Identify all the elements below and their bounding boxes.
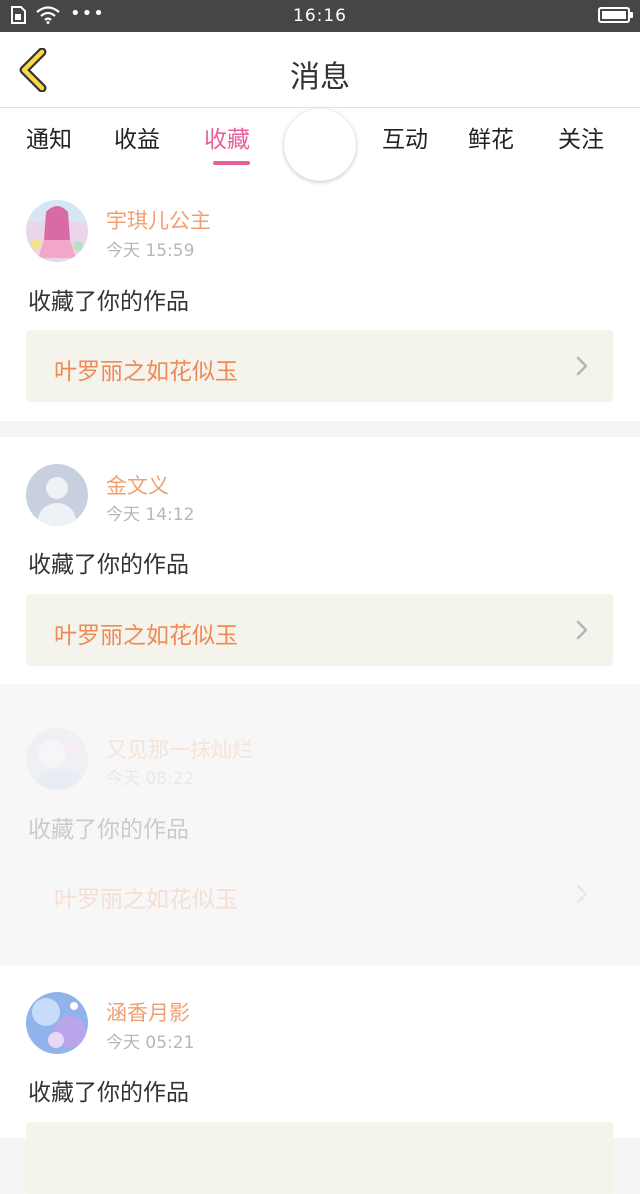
tab-flowers[interactable]: 鲜花 [468,120,514,154]
avatar[interactable] [26,728,88,790]
tab-follow[interactable]: 关注 [558,120,604,154]
action-text: 收藏了你的作品 [28,817,189,843]
message-card: 涵香月影 今天 05:21 收藏了你的作品 [0,965,640,1194]
action-text: 收藏了你的作品 [28,289,189,315]
username[interactable]: 涵香月影 [106,997,190,1027]
username[interactable]: 宇琪儿公主 [106,205,211,235]
tab-notice[interactable]: 通知 [26,120,72,154]
username[interactable]: 又见那一抹灿烂 [106,734,253,764]
message-card: 金文义 今天 14:12 收藏了你的作品 叶罗丽之如花似玉 [0,437,640,684]
floating-center-button[interactable] [284,109,356,181]
active-tab-indicator [213,161,250,165]
work-title: 叶罗丽之如花似玉 [54,887,238,913]
timestamp: 今天 14:12 [106,505,195,525]
timestamp: 今天 05:21 [106,1033,195,1053]
nav-bar: 消息 [0,32,640,108]
avatar[interactable] [26,464,88,526]
work-link[interactable] [26,1122,613,1194]
username[interactable]: 金文义 [106,470,169,500]
work-title: 叶罗丽之如花似玉 [54,359,238,385]
chevron-right-icon [576,620,588,640]
tab-interaction[interactable]: 互动 [382,120,428,154]
tab-earnings[interactable]: 收益 [114,120,160,154]
work-link[interactable]: 叶罗丽之如花似玉 [26,594,613,666]
message-card-faded: 又见那一抹灿烂 今天 08:22 收藏了你的作品 叶罗丽之如花似玉 [0,684,640,965]
timestamp: 今天 08:22 [106,769,195,789]
chevron-right-icon [576,884,588,904]
action-text: 收藏了你的作品 [28,1080,189,1106]
timestamp: 今天 15:59 [106,241,195,261]
battery-icon [598,7,633,23]
page-title: 消息 [290,60,350,95]
action-text: 收藏了你的作品 [28,552,189,578]
work-title: 叶罗丽之如花似玉 [54,623,238,649]
status-bar: ••• 16:16 [0,0,640,32]
message-card: 宇琪儿公主 今天 15:59 收藏了你的作品 叶罗丽之如花似玉 [0,172,640,421]
clock: 16:16 [293,6,347,26]
avatar[interactable] [26,992,88,1054]
work-link[interactable]: 叶罗丽之如花似玉 [26,330,613,402]
work-link[interactable]: 叶罗丽之如花似玉 [26,858,613,930]
avatar[interactable] [26,200,88,262]
chevron-right-icon [576,356,588,376]
tab-favorites[interactable]: 收藏 [204,120,250,154]
